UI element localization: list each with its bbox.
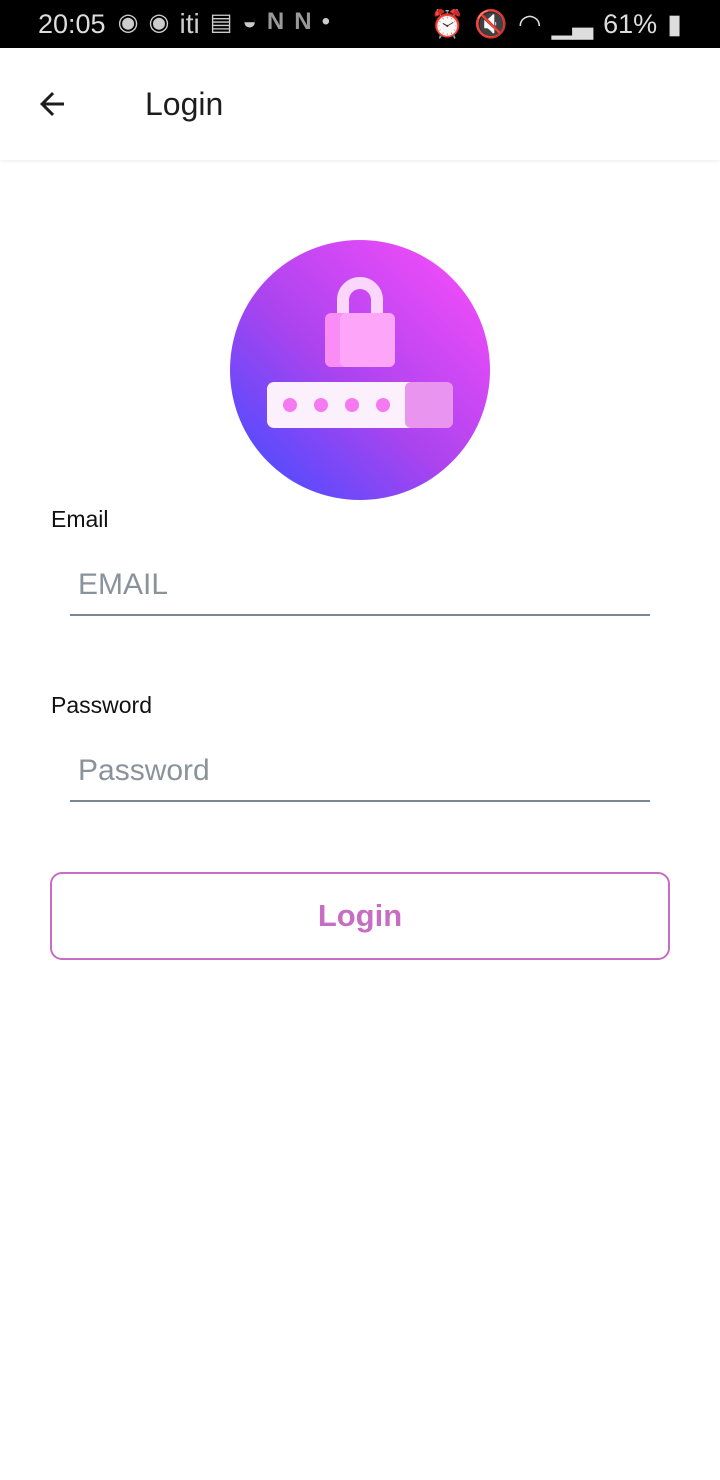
netflix-icon: N	[294, 8, 312, 35]
holy-bible-icon: ▤	[209, 9, 233, 36]
alarm-icon: ⏰	[430, 9, 465, 39]
dot-icon: •	[321, 8, 330, 35]
netflix-icon: N	[266, 8, 285, 35]
login-button[interactable]: Login	[50, 872, 670, 960]
battery-charging-icon: ▮	[667, 8, 682, 39]
signal-icon: ▁▃	[551, 8, 594, 39]
mute-icon: 🔇	[474, 9, 508, 39]
battery-percent: 61%	[603, 8, 658, 39]
wifi-icon: ◠	[518, 8, 542, 39]
arrow-left-icon[interactable]	[34, 86, 70, 122]
lock-password-icon	[230, 240, 490, 500]
page-title: Login	[145, 86, 224, 122]
password-label: Password	[51, 692, 152, 718]
email-input[interactable]	[70, 556, 650, 616]
headphone-face-icon: ◉	[148, 9, 170, 36]
email-label: Email	[51, 506, 109, 532]
iti-icon: iti	[179, 8, 200, 39]
password-input[interactable]	[70, 742, 650, 802]
notification-icons: ◉ ◉ iti ▤ ◒ N N •	[118, 8, 330, 40]
smile-icon: ◒	[242, 8, 257, 35]
headphone-face-icon: ◉	[117, 9, 139, 36]
status-time: 20:05	[38, 8, 106, 39]
app-bar: Login	[0, 48, 720, 160]
status-bar: 20:05 ◉ ◉ iti ▤ ◒ N N • ⏰ 🔇 ◠ ▁▃ 61% ▮	[0, 0, 720, 48]
